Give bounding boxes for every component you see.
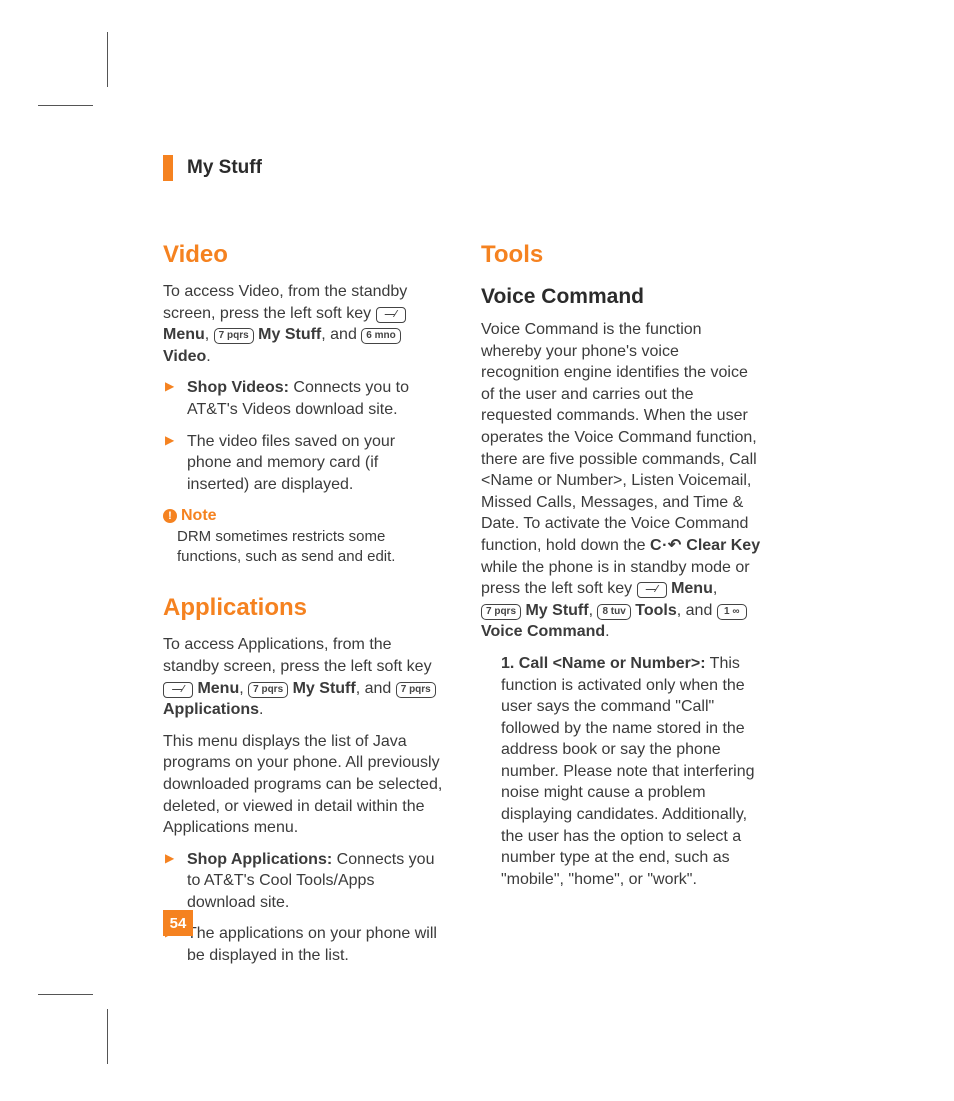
header-title: My Stuff <box>187 157 262 179</box>
mystuff-label: My Stuff <box>293 680 356 697</box>
item-lead: 1. Call <Name or Number>: <box>501 655 706 672</box>
key-8-icon: 8 tuv <box>597 604 630 620</box>
bullet-text: The video files saved on your phone and … <box>187 433 395 493</box>
text: , and <box>356 680 396 697</box>
left-column: Video To access Video, from the standby … <box>163 241 443 979</box>
list-item: Shop Applications: Connects you to AT&T'… <box>163 849 443 914</box>
clear-key-icon: C·↶ <box>650 537 682 554</box>
crop-mark <box>107 1009 108 1064</box>
key-7-icon: 7 pqrs <box>248 682 288 698</box>
right-column: Tools Voice Command Voice Command is the… <box>481 241 761 979</box>
text: Voice Command is the function whereby yo… <box>481 321 757 554</box>
crop-mark <box>38 994 93 995</box>
apps-key-label: Applications <box>163 701 259 718</box>
note-body: DRM sometimes restricts some functions, … <box>163 527 443 566</box>
softkey-icon: —⁄ <box>637 582 667 598</box>
bullet-text: The applications on your phone will be d… <box>187 925 437 964</box>
menu-label: Menu <box>197 680 239 697</box>
mystuff-label: My Stuff <box>525 602 588 619</box>
note-label: Note <box>181 507 217 524</box>
menu-label: Menu <box>671 580 713 597</box>
list-item: The video files saved on your phone and … <box>163 431 443 496</box>
voice-command-heading: Voice Command <box>481 285 761 309</box>
clear-key-label: Clear Key <box>686 537 760 554</box>
video-key-label: Video <box>163 348 206 365</box>
menu-label: Menu <box>163 326 205 343</box>
crop-mark <box>107 32 108 87</box>
header-accent-icon <box>163 155 173 181</box>
key-1-icon: 1 ∞ <box>717 604 747 620</box>
video-intro: To access Video, from the standby screen… <box>163 281 443 367</box>
page-content: My Stuff Video To access Video, from the… <box>163 155 803 979</box>
crop-mark <box>38 105 93 106</box>
softkey-icon: —⁄ <box>163 682 193 698</box>
section-header: My Stuff <box>163 155 803 181</box>
tools-heading: Tools <box>481 241 761 269</box>
video-heading: Video <box>163 241 443 269</box>
text: To access Video, from the standby screen… <box>163 283 407 322</box>
text: , and <box>677 602 717 619</box>
voice-command-body: Voice Command is the function whereby yo… <box>481 319 761 643</box>
applications-heading: Applications <box>163 594 443 622</box>
key-6-icon: 6 mno <box>361 328 400 344</box>
apps-bullets: Shop Applications: Connects you to AT&T'… <box>163 849 443 967</box>
key-7-icon: 7 pqrs <box>396 682 436 698</box>
item-text: This function is activated only when the… <box>501 655 755 888</box>
apps-body: This menu displays the list of Java prog… <box>163 731 443 839</box>
note-heading: ! Note <box>163 507 443 525</box>
note-icon: ! <box>163 509 177 523</box>
page-number: 54 <box>163 910 193 936</box>
list-item: 1. Call <Name or Number>: This function … <box>481 653 761 891</box>
apps-intro: To access Applications, from the standby… <box>163 634 443 720</box>
bullet-lead: Shop Applications: <box>187 851 332 868</box>
voice-command-label: Voice Command <box>481 623 605 640</box>
tools-label: Tools <box>635 602 676 619</box>
video-bullets: Shop Videos: Connects you to AT&T's Vide… <box>163 377 443 495</box>
list-item: The applications on your phone will be d… <box>163 923 443 966</box>
text: To access Applications, from the standby… <box>163 636 432 675</box>
voice-command-list: 1. Call <Name or Number>: This function … <box>481 653 761 891</box>
key-7-icon: 7 pqrs <box>481 604 521 620</box>
bullet-lead: Shop Videos: <box>187 379 289 396</box>
softkey-icon: —⁄ <box>376 307 406 323</box>
text: , and <box>321 326 361 343</box>
list-item: Shop Videos: Connects you to AT&T's Vide… <box>163 377 443 420</box>
key-7-icon: 7 pqrs <box>214 328 254 344</box>
mystuff-label: My Stuff <box>258 326 321 343</box>
